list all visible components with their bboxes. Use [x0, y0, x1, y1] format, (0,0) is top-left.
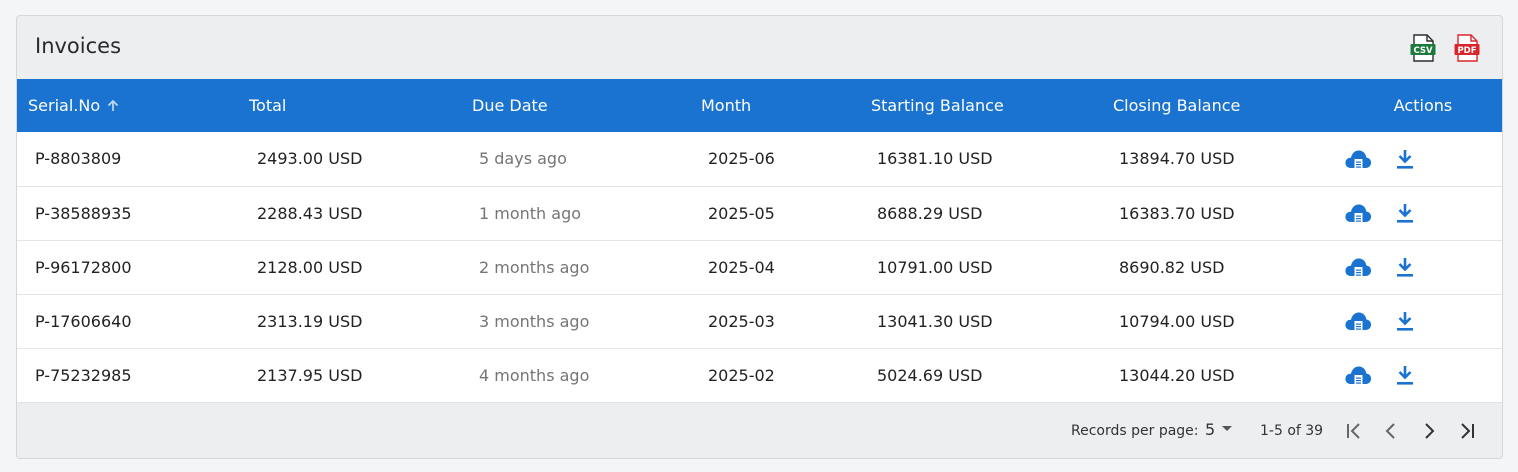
cell-serial: P-96172800 [35, 257, 132, 277]
cell-serial: P-38588935 [35, 203, 132, 223]
cell-due-date: 5 days ago [479, 149, 567, 169]
cell-serial: P-8803809 [35, 149, 122, 169]
cell-due-date: 4 months ago [479, 365, 590, 385]
cell-actions [1342, 294, 1502, 348]
cell-closing-balance: 10794.00 USD [1119, 311, 1235, 331]
cloud-document-icon [1345, 204, 1372, 223]
cell-month: 2025-03 [708, 311, 775, 331]
view-invoice-button[interactable] [1344, 362, 1372, 388]
download-icon [1397, 258, 1413, 277]
export-csv-button[interactable]: CSV [1410, 34, 1436, 62]
next-page-button[interactable] [1417, 419, 1441, 443]
first-page-button[interactable] [1342, 419, 1366, 443]
download-icon [1397, 312, 1413, 331]
cell-starting-balance: 8688.29 USD [877, 203, 983, 223]
pdf-file-icon: PDF [1454, 34, 1480, 62]
last-page-button[interactable] [1455, 419, 1479, 443]
previous-page-button[interactable] [1379, 419, 1403, 443]
cell-closing-balance: 13894.70 USD [1119, 149, 1235, 169]
csv-file-icon: CSV [1410, 34, 1436, 62]
column-header-due-date[interactable]: Due Date [472, 79, 701, 132]
cell-due-date: 2 months ago [479, 257, 590, 277]
cell-actions [1342, 240, 1502, 294]
table-row: P-75232985 2137.95 USD 4 months ago 2025… [17, 348, 1502, 402]
page-title: Invoices [35, 34, 122, 58]
table-row: P-17606640 2313.19 USD 3 months ago 2025… [17, 294, 1502, 348]
cloud-document-icon [1345, 258, 1372, 277]
cell-month: 2025-06 [708, 149, 775, 169]
cell-month: 2025-02 [708, 365, 775, 385]
download-invoice-button[interactable] [1391, 362, 1419, 388]
table-row: P-8803809 2493.00 USD 5 days ago 2025-06… [17, 132, 1502, 186]
records-per-page-select[interactable]: 5 [1205, 420, 1233, 439]
view-invoice-button[interactable] [1344, 254, 1372, 280]
cell-month: 2025-04 [708, 257, 775, 277]
cell-starting-balance: 16381.10 USD [877, 149, 993, 169]
cell-total: 2313.19 USD [257, 311, 363, 331]
download-icon [1397, 204, 1413, 223]
cell-total: 2493.00 USD [257, 149, 363, 169]
last-page-icon [1461, 422, 1474, 439]
cell-actions [1342, 348, 1502, 402]
cell-starting-balance: 10791.00 USD [877, 257, 993, 277]
records-per-page-value: 5 [1205, 419, 1216, 439]
cloud-document-icon [1345, 150, 1372, 169]
cell-starting-balance: 13041.30 USD [877, 311, 993, 331]
svg-text:CSV: CSV [1413, 46, 1433, 56]
table-header-row: Serial.No Total Due Date Month Starting … [17, 79, 1502, 132]
cell-actions [1342, 186, 1502, 240]
column-header-label: Serial.No [28, 96, 101, 115]
svg-text:PDF: PDF [1457, 46, 1476, 56]
cloud-document-icon [1345, 366, 1372, 385]
cell-closing-balance: 8690.82 USD [1119, 257, 1225, 277]
export-pdf-button[interactable]: PDF [1454, 34, 1480, 62]
column-header-total[interactable]: Total [249, 79, 472, 132]
card-header: Invoices CSV PDF [17, 16, 1502, 79]
download-invoice-button[interactable] [1391, 146, 1419, 172]
pagination-range: 1-5 of 39 [1260, 422, 1324, 439]
column-header-closing-balance[interactable]: Closing Balance [1113, 79, 1342, 132]
download-icon [1397, 149, 1413, 169]
cell-serial: P-75232985 [35, 365, 132, 385]
cell-starting-balance: 5024.69 USD [877, 365, 983, 385]
arrow-up-icon [107, 99, 119, 111]
table-row: P-38588935 2288.43 USD 1 month ago 2025-… [17, 186, 1502, 240]
cell-month: 2025-05 [708, 203, 775, 223]
download-invoice-button[interactable] [1391, 200, 1419, 226]
view-invoice-button[interactable] [1344, 200, 1372, 226]
chevron-left-icon [1385, 422, 1395, 439]
first-page-icon [1347, 422, 1360, 439]
column-header-month[interactable]: Month [701, 79, 871, 132]
chevron-right-icon [1425, 422, 1435, 439]
cell-total: 2137.95 USD [257, 365, 363, 385]
cell-actions [1342, 132, 1502, 186]
invoices-card: Invoices CSV PDF Serial.No Total Due Dat… [16, 15, 1503, 459]
invoices-table: Serial.No Total Due Date Month Starting … [17, 79, 1502, 403]
column-header-serial[interactable]: Serial.No [17, 79, 249, 132]
download-icon [1397, 366, 1413, 385]
view-invoice-button[interactable] [1344, 308, 1372, 334]
cloud-document-icon [1345, 312, 1372, 331]
column-header-starting-balance[interactable]: Starting Balance [871, 79, 1113, 132]
caret-down-icon [1222, 426, 1233, 431]
cell-due-date: 3 months ago [479, 311, 590, 331]
view-invoice-button[interactable] [1344, 146, 1372, 172]
records-per-page-label: Records per page: [1071, 422, 1199, 439]
cell-total: 2288.43 USD [257, 203, 363, 223]
cell-total: 2128.00 USD [257, 257, 363, 277]
download-invoice-button[interactable] [1391, 308, 1419, 334]
table-footer: Records per page: 5 1-5 of 39 [17, 403, 1502, 459]
download-invoice-button[interactable] [1391, 254, 1419, 280]
cell-due-date: 1 month ago [479, 203, 582, 223]
cell-serial: P-17606640 [35, 311, 132, 331]
column-header-actions: Actions [1393, 96, 1453, 115]
cell-closing-balance: 13044.20 USD [1119, 365, 1235, 385]
cell-closing-balance: 16383.70 USD [1119, 203, 1235, 223]
table-row: P-96172800 2128.00 USD 2 months ago 2025… [17, 240, 1502, 294]
